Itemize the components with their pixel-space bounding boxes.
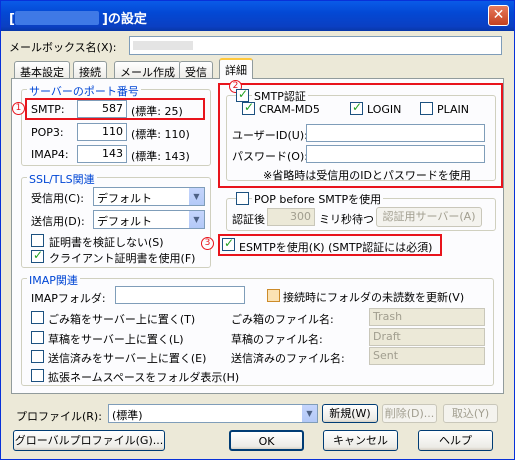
tab-basic[interactable]: 基本設定 (14, 61, 70, 79)
draft-server-label: 草稿をサーバー上に置く(L) (48, 333, 184, 346)
profile-new-button[interactable]: 新規(W) (322, 404, 378, 423)
esmtp-label: ESMTPを使用(K) (SMTP認証には必須) (239, 241, 433, 254)
pop3-port-input[interactable]: 110 (77, 123, 127, 141)
imap-title: IMAP関連 (27, 272, 80, 288)
esmtp-checkbox[interactable] (222, 236, 235, 251)
password-label: パスワード(O): (232, 150, 308, 163)
smtp-port-label: SMTP: (31, 103, 65, 116)
auth-server-button[interactable]: 認証用サーバー(A) (376, 207, 482, 227)
draft-server-checkbox[interactable] (31, 331, 44, 344)
sent-server-checkbox[interactable] (31, 350, 44, 363)
redacted-mailbox-value (133, 41, 193, 50)
global-profile-button[interactable]: グローバルプロファイル(G)... (13, 430, 165, 451)
pop3-port-default: (標準: 110) (131, 128, 190, 141)
trash-server-label: ごみ箱をサーバー上に置く(T) (48, 313, 196, 326)
mailbox-name-label: メールボックス名(X): (9, 41, 117, 54)
no-verify-label: 証明書を検証しない(S) (49, 236, 164, 249)
wait-unit: ミリ秒待つ (319, 213, 374, 226)
client-cert-checkbox[interactable] (31, 248, 44, 263)
trash-file-label: ごみ箱のファイル名: (231, 313, 334, 326)
cram-md5-checkbox[interactable] (242, 100, 255, 115)
pop-before-title: POP before SMTPを使用 (252, 191, 384, 207)
login-checkbox[interactable] (350, 100, 363, 115)
ok-button[interactable]: OK (229, 430, 304, 451)
chevron-down-icon: ▼ (188, 211, 204, 228)
trash-file-input[interactable]: Trash (369, 308, 485, 326)
sent-file-label: 送信済みのファイル名: (231, 352, 345, 365)
ssl-send-label: 送信用(D): (31, 215, 85, 228)
profile-delete-button[interactable]: 削除(D)... (382, 404, 437, 423)
plain-label: PLAIN (437, 103, 470, 116)
auth-note: ※省略時は受信用のIDとパスワードを使用 (263, 169, 471, 182)
smtp-auth-title: SMTP認証 (252, 88, 308, 104)
close-button[interactable]: ✕ (488, 5, 509, 26)
imap4-port-input[interactable]: 143 (77, 145, 127, 163)
chevron-down-icon: ▼ (301, 405, 317, 422)
ssl-send-select[interactable]: デフォルト ▼ (93, 210, 205, 229)
plain-checkbox[interactable] (420, 102, 433, 115)
imap4-port-label: IMAP4: (31, 148, 69, 161)
redacted-mailbox-name (14, 11, 99, 25)
imap-folder-label: IMAPフォルダ: (31, 292, 106, 305)
pop3-port-label: POP3: (31, 126, 64, 139)
update-unread-checkbox[interactable] (267, 289, 280, 302)
user-id-label: ユーザーID(U): (232, 129, 308, 142)
user-id-input[interactable] (306, 124, 485, 142)
ssl-recv-select[interactable]: デフォルト ▼ (93, 187, 205, 206)
wait-label: 認証後 (232, 213, 265, 226)
update-unread-label: 接続時にフォルダの未読数を更新(V) (283, 291, 465, 304)
no-verify-checkbox[interactable] (31, 234, 44, 247)
draft-file-label: 草稿のファイル名: (231, 333, 323, 346)
server-port-title: サーバーのポート番号 (27, 83, 141, 99)
title-bar: []の設定 ✕ (1, 1, 514, 31)
tab-connection[interactable]: 接続 (73, 61, 107, 79)
ssl-recv-label: 受信用(C): (31, 192, 84, 205)
cram-md5-label: CRAM-MD5 (259, 103, 320, 116)
profile-import-button[interactable]: 取込(Y) (443, 404, 498, 423)
smtp-port-default: (標準: 25) (131, 105, 183, 118)
settings-window: []の設定 ✕ メールボックス名(X): 基本設定 接続 メール作成 受信 詳細… (0, 0, 515, 460)
ext-ns-checkbox[interactable] (31, 369, 44, 382)
draft-file-input[interactable]: Draft (369, 328, 485, 346)
client-cert-label: クライアント証明書を使用(F) (49, 252, 196, 265)
sent-server-label: 送信済みをサーバー上に置く(E) (48, 352, 207, 365)
tab-advanced[interactable]: 詳細 (219, 58, 253, 79)
close-icon: ✕ (492, 7, 505, 23)
smtp-port-input[interactable]: 587 (77, 100, 127, 118)
tab-receive[interactable]: 受信 (179, 61, 213, 79)
chevron-down-icon: ▼ (188, 188, 204, 205)
mailbox-name-field[interactable] (129, 36, 502, 55)
cancel-button[interactable]: キャンセル (323, 430, 398, 451)
pop-before-checkbox[interactable] (236, 192, 249, 205)
imap4-port-default: (標準: 143) (131, 150, 190, 163)
profile-select[interactable]: (標準) ▼ (108, 404, 318, 423)
password-input[interactable] (306, 145, 485, 163)
window-title: []の設定 (9, 11, 147, 27)
tab-compose[interactable]: メール作成 (114, 61, 181, 79)
ext-ns-label: 拡張ネームスペースをフォルダ表示(H) (48, 371, 240, 384)
marker-3: 3 (201, 237, 214, 250)
wait-input[interactable]: 300 (267, 208, 315, 226)
imap-folder-input[interactable] (115, 286, 245, 304)
ssl-title: SSL/TLS関連 (27, 171, 97, 187)
marker-1: 1 (12, 102, 25, 115)
profile-label: プロファイル(R): (16, 410, 102, 423)
login-label: LOGIN (367, 103, 402, 116)
trash-server-checkbox[interactable] (31, 311, 44, 324)
help-button[interactable]: ヘルプ (418, 430, 493, 451)
sent-file-input[interactable]: Sent (369, 347, 485, 365)
